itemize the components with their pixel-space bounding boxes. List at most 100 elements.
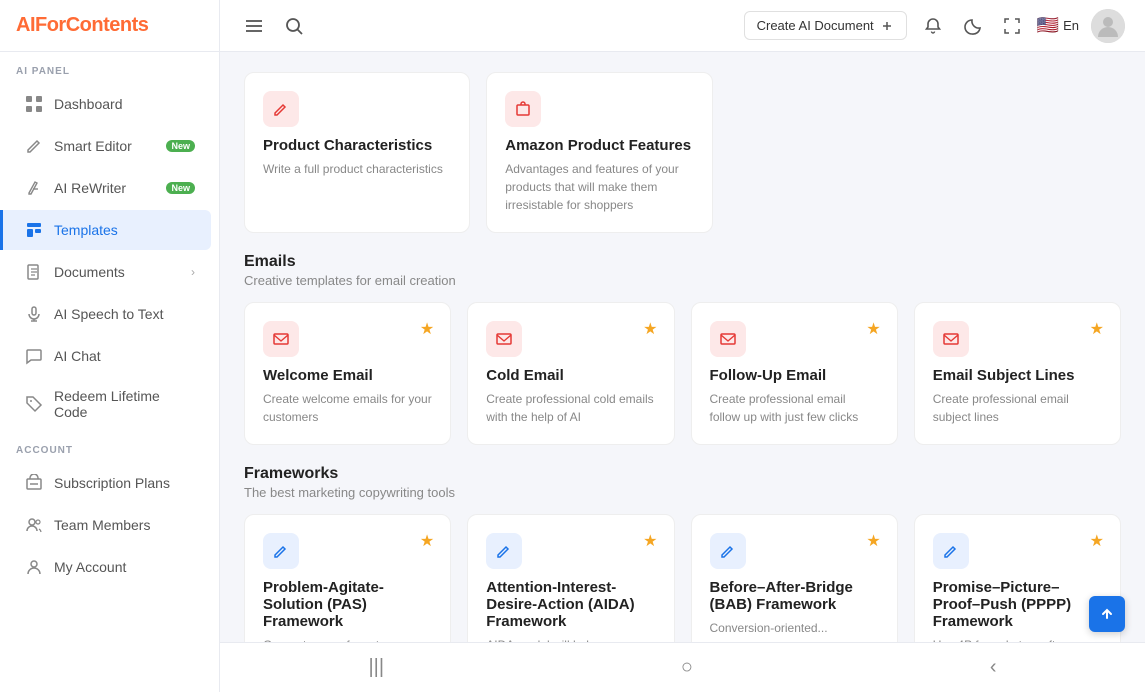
tag-icon — [24, 394, 44, 414]
pas-desc: Generate one of most... — [263, 636, 432, 642]
email-subject-star[interactable]: ★ — [1090, 319, 1104, 339]
follow-up-star[interactable]: ★ — [866, 319, 880, 339]
logo-part2: Contents — [66, 14, 149, 36]
top-partial-cards: Product Characteristics Write a full pro… — [244, 72, 1121, 233]
sidebar-item-label: Redeem Lifetime Code — [54, 388, 195, 420]
arrow-icon: › — [191, 265, 195, 279]
email-subject-icon — [933, 321, 969, 357]
frameworks-section: Frameworks The best marketing copywritin… — [244, 465, 1121, 500]
sidebar-item-subscription[interactable]: Subscription Plans — [8, 463, 211, 503]
pppp-icon — [933, 533, 969, 569]
cold-email-title: Cold Email — [486, 367, 655, 384]
sidebar-item-smart-editor[interactable]: Smart Editor New — [8, 126, 211, 166]
cold-email-desc: Create professional cold emails with the… — [486, 390, 655, 426]
documents-icon — [24, 262, 44, 282]
welcome-email-title: Welcome Email — [263, 367, 432, 384]
follow-up-email-card[interactable]: ★ Follow-Up Email Create professional em… — [691, 302, 898, 445]
emails-label: Emails — [244, 253, 1121, 271]
speech-icon — [24, 304, 44, 324]
aida-icon — [486, 533, 522, 569]
sidebar-item-label: AI Speech to Text — [54, 306, 163, 322]
lang-label: En — [1063, 18, 1079, 33]
new-badge: New — [166, 140, 195, 152]
sidebar-item-label: Team Members — [54, 517, 150, 533]
account-label: ACCOUNT — [0, 431, 219, 462]
cold-email-card[interactable]: ★ Cold Email Create professional cold em… — [467, 302, 674, 445]
bab-desc: Conversion-oriented... — [710, 619, 879, 637]
new-badge: New — [166, 182, 195, 194]
bab-icon — [710, 533, 746, 569]
email-subject-title: Email Subject Lines — [933, 367, 1102, 384]
scroll-to-top-button[interactable] — [1089, 596, 1125, 632]
pppp-title: Promise–Picture–Proof–Push (PPPP) Framew… — [933, 579, 1102, 630]
pppp-star[interactable]: ★ — [1090, 531, 1104, 551]
sidebar-item-label: Templates — [54, 222, 118, 238]
sidebar-item-team-members[interactable]: Team Members — [8, 505, 211, 545]
subscription-icon — [24, 473, 44, 493]
bab-star[interactable]: ★ — [866, 531, 880, 551]
follow-up-email-icon — [710, 321, 746, 357]
pas-framework-card[interactable]: ★ Problem-Agitate-Solution (PAS) Framewo… — [244, 514, 451, 642]
aida-desc: AIDA model will help you... — [486, 636, 655, 642]
topbar: Create AI Document 🇺🇸 En — [220, 0, 1145, 52]
create-ai-label: Create AI Document — [757, 18, 874, 33]
bottom-nav-home[interactable]: ○ — [661, 648, 713, 687]
sidebar-item-templates[interactable]: Templates — [0, 210, 211, 250]
welcome-email-desc: Create welcome emails for your customers — [263, 390, 432, 426]
sidebar-item-ai-speech[interactable]: AI Speech to Text — [8, 294, 211, 334]
sidebar-item-ai-rewriter[interactable]: AI ReWriter New — [8, 168, 211, 208]
cold-email-star[interactable]: ★ — [643, 319, 657, 339]
aida-star[interactable]: ★ — [643, 531, 657, 551]
sidebar-item-label: Subscription Plans — [54, 475, 170, 491]
welcome-email-card[interactable]: ★ Welcome Email Create welcome emails fo… — [244, 302, 451, 445]
aida-title: Attention-Interest-Desire-Action (AIDA) … — [486, 579, 655, 630]
amazon-title: Amazon Product Features — [505, 137, 693, 154]
sidebar-item-redeem[interactable]: Redeem Lifetime Code — [8, 378, 211, 430]
sidebar-item-label: Dashboard — [54, 96, 123, 112]
aida-framework-card[interactable]: ★ Attention-Interest-Desire-Action (AIDA… — [467, 514, 674, 642]
ai-panel-label: AI PANEL — [0, 52, 219, 83]
product-characteristics-card[interactable]: Product Characteristics Write a full pro… — [244, 72, 470, 233]
bab-title: Before–After-Bridge (BAB) Framework — [710, 579, 879, 613]
search-button[interactable] — [280, 12, 308, 40]
email-subject-card[interactable]: ★ Email Subject Lines Create professiona… — [914, 302, 1121, 445]
welcome-email-star[interactable]: ★ — [420, 319, 434, 339]
pas-icon — [263, 533, 299, 569]
notification-button[interactable] — [919, 12, 947, 40]
sidebar-item-documents[interactable]: Documents › — [8, 252, 211, 292]
avatar[interactable] — [1091, 9, 1125, 43]
create-ai-button[interactable]: Create AI Document — [744, 11, 907, 40]
sidebar-item-my-account[interactable]: My Account — [8, 547, 211, 587]
frameworks-cards-row: ★ Problem-Agitate-Solution (PAS) Framewo… — [244, 514, 1121, 642]
ai-rewriter-icon — [24, 178, 44, 198]
sidebar-item-ai-chat[interactable]: AI Chat — [8, 336, 211, 376]
topbar-right: Create AI Document 🇺🇸 En — [744, 9, 1125, 43]
bottom-nav-back[interactable]: ‹ — [970, 648, 1017, 687]
pppp-desc: Use 4P formula to craft... — [933, 636, 1102, 642]
bab-framework-card[interactable]: ★ Before–After-Bridge (BAB) Framework Co… — [691, 514, 898, 642]
dark-mode-button[interactable] — [959, 12, 987, 40]
amazon-desc: Advantages and features of your products… — [505, 160, 693, 214]
menu-toggle-button[interactable] — [240, 12, 268, 40]
cold-email-icon — [486, 321, 522, 357]
sidebar: AIForContents AI PANEL Dashboard Smart E… — [0, 0, 220, 692]
bottom-nav-menu[interactable]: ||| — [348, 648, 404, 687]
sidebar-item-dashboard[interactable]: Dashboard — [8, 84, 211, 124]
follow-up-title: Follow-Up Email — [710, 367, 879, 384]
frameworks-label: Frameworks — [244, 465, 1121, 483]
product-char-title: Product Characteristics — [263, 137, 451, 154]
frameworks-sublabel: The best marketing copywriting tools — [244, 485, 1121, 500]
sidebar-item-label: AI Chat — [54, 348, 101, 364]
logo-text: AIForContents — [16, 14, 203, 37]
email-subject-desc: Create professional email subject lines — [933, 390, 1102, 426]
emails-sublabel: Creative templates for email creation — [244, 273, 1121, 288]
main-content: Product Characteristics Write a full pro… — [220, 52, 1145, 642]
pas-title: Problem-Agitate-Solution (PAS) Framework — [263, 579, 432, 630]
pas-star[interactable]: ★ — [420, 531, 434, 551]
emails-section: Emails Creative templates for email crea… — [244, 253, 1121, 288]
language-selector[interactable]: 🇺🇸 En — [1037, 15, 1079, 36]
amazon-product-card[interactable]: Amazon Product Features Advantages and f… — [486, 72, 712, 233]
sidebar-item-label: AI ReWriter — [54, 180, 126, 196]
fullscreen-button[interactable] — [999, 13, 1025, 39]
main-wrap: Create AI Document 🇺🇸 En — [220, 0, 1145, 692]
